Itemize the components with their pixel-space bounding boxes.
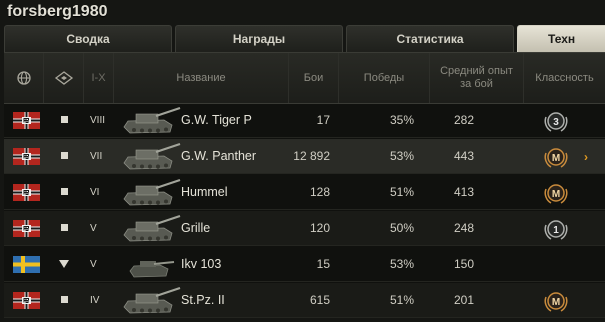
tier-label: IV (90, 295, 100, 306)
tab-awards[interactable]: Награды (175, 25, 343, 53)
table-row[interactable]: VIII G.W. Tiger P 17 35% 282 3 (4, 103, 605, 138)
battles-count: 615 (309, 293, 330, 307)
sort-nation-header[interactable] (4, 53, 44, 103)
sort-tier-header[interactable]: I-X (84, 53, 114, 103)
tier-label: V (90, 259, 97, 270)
spg-icon (61, 116, 68, 123)
tab-summary[interactable]: Сводка (4, 25, 172, 53)
tank-image-icon (118, 141, 182, 173)
average-xp: 150 (453, 257, 475, 271)
tank-image-icon (118, 105, 182, 137)
mastery-badge-label: 1 (553, 225, 559, 236)
name-header-label: Название (176, 71, 226, 84)
spg-icon (61, 224, 68, 231)
mastery-badge-label: M (552, 297, 560, 308)
sweden-flag-icon (13, 256, 40, 273)
battles-count: 12 892 (293, 149, 330, 163)
average-xp: 201 (453, 293, 475, 307)
average-xp: 282 (453, 113, 475, 127)
average-xp: 413 (453, 185, 475, 199)
spg-icon (61, 296, 68, 303)
tab-bar: Сводка Награды Статистика Техн (4, 25, 605, 53)
win-rate: 50% (389, 221, 414, 235)
win-rate: 35% (389, 113, 414, 127)
mastery-badge-icon: M (543, 144, 569, 170)
battles-count: 17 (316, 113, 330, 127)
tank-image-icon (118, 177, 182, 209)
germany-flag-icon (13, 292, 40, 309)
table-row[interactable]: V Grille 120 50% 248 1 (4, 211, 605, 246)
sort-avg-xp-header[interactable]: Средний опыт за бой (430, 53, 524, 103)
mastery-header-label: Классность (535, 71, 594, 84)
sort-name-header[interactable]: Название (114, 53, 289, 103)
tier-label: V (90, 223, 97, 234)
germany-flag-icon (13, 220, 40, 237)
wins-header-label: Победы (363, 71, 405, 84)
average-xp: 248 (453, 221, 475, 235)
germany-flag-icon (13, 112, 40, 129)
tab-statistics[interactable]: Статистика (346, 25, 514, 53)
mastery-badge-label: 3 (553, 117, 559, 128)
sort-type-header[interactable] (44, 53, 84, 103)
table-row[interactable]: V Ikv 103 15 53% 150 (4, 247, 605, 282)
vehicles-table: I-X Название Бои Победы Средний опыт за … (4, 52, 605, 318)
win-rate: 51% (389, 185, 414, 199)
tank-destroyer-icon (59, 260, 69, 268)
sort-wins-header[interactable]: Победы (339, 53, 430, 103)
mastery-badge-icon: M (543, 288, 569, 314)
spg-icon (61, 152, 68, 159)
globe-icon (16, 71, 31, 85)
vehicle-type-icon (54, 71, 73, 85)
mastery-badge-icon: 1 (543, 216, 569, 242)
table-row[interactable]: VII G.W. Panther 12 892 53% 443 M › (4, 139, 605, 174)
average-xp: 443 (453, 149, 475, 163)
battles-header-label: Бои (303, 71, 324, 84)
table-row[interactable]: IV St.Pz. II 615 51% 201 M (4, 283, 605, 318)
mastery-badge-icon: 3 (543, 108, 569, 134)
mastery-badge-icon: M (543, 180, 569, 206)
sort-battles-header[interactable]: Бои (289, 53, 339, 103)
battles-count: 15 (316, 257, 330, 271)
spg-icon (61, 188, 68, 195)
tank-image-icon (118, 213, 182, 245)
tank-image-icon (118, 285, 182, 317)
germany-flag-icon (13, 148, 40, 165)
tab-vehicles[interactable]: Техн (517, 25, 605, 52)
tier-label: VIII (90, 115, 106, 126)
battles-count: 128 (309, 185, 330, 199)
tier-header-label: I-X (91, 71, 106, 84)
sort-mastery-header[interactable]: Классность (524, 53, 605, 103)
table-header: I-X Название Бои Победы Средний опыт за … (4, 52, 605, 104)
chevron-right-icon[interactable]: › (584, 151, 588, 163)
avg-xp-header-label: Средний опыт за бой (440, 65, 513, 90)
mastery-badge-label: M (552, 153, 560, 164)
tier-label: VI (90, 187, 100, 198)
mastery-badge-label: M (552, 189, 560, 200)
germany-flag-icon (13, 184, 40, 201)
win-rate: 51% (389, 293, 414, 307)
player-name: forsberg1980 (7, 3, 108, 20)
table-row[interactable]: VI Hummel 128 51% 413 M (4, 175, 605, 210)
tank-image-icon (118, 249, 182, 281)
tier-label: VII (90, 151, 103, 162)
win-rate: 53% (389, 149, 414, 163)
battles-count: 120 (309, 221, 330, 235)
win-rate: 53% (389, 257, 414, 271)
